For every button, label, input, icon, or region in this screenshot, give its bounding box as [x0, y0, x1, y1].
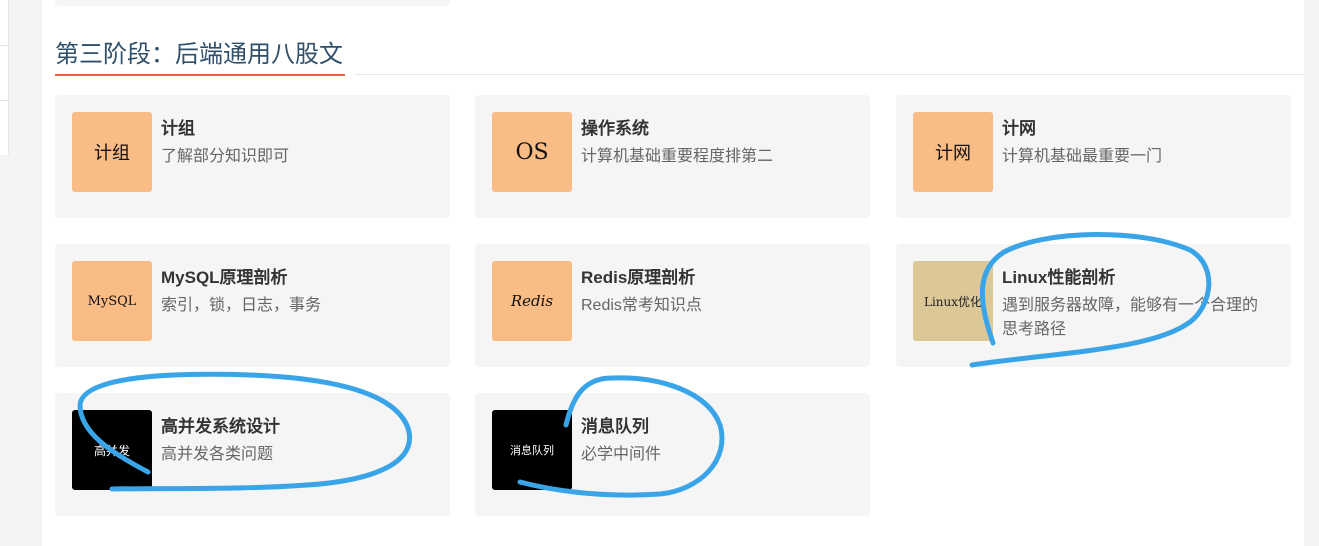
course-card-os[interactable]: OS 操作系统 计算机基础重要程度排第二	[475, 95, 870, 218]
previous-section-card[interactable]	[55, 0, 450, 6]
course-card-jiwang[interactable]: 计网 计网 计算机基础最重要一门	[896, 95, 1291, 218]
course-card-jizu[interactable]: 计组 计组 了解部分知识即可	[55, 95, 450, 218]
left-sidebar-edge	[0, 0, 9, 155]
section-title: 第三阶段：后端通用八股文	[55, 40, 345, 76]
course-title[interactable]: 高并发系统设计	[161, 412, 280, 437]
course-desc: 计算机基础重要程度排第二	[581, 148, 774, 165]
course-desc: 了解部分知识即可	[161, 148, 290, 165]
thumbnail-os: OS	[492, 112, 572, 192]
section-divider	[355, 74, 1304, 75]
course-card-mq[interactable]: 消息队列 消息队列 必学中间件	[475, 393, 870, 516]
course-title[interactable]: Linux性能剖析	[1002, 263, 1115, 288]
course-card-linux[interactable]: Linux优化 Linux性能剖析 遇到服务器故障，能够有一个合理的思考路径	[896, 244, 1291, 367]
thumbnail-label: 计网	[935, 143, 971, 164]
thumbnail-label: Linux优化	[923, 294, 983, 309]
course-desc: 计算机基础最重要一门	[1002, 148, 1163, 165]
course-desc: 遇到服务器故障，能够有一个合理的思考路径	[1002, 297, 1259, 338]
thumbnail-mq: 消息队列	[492, 410, 572, 490]
thumbnail-label: OS	[515, 139, 549, 165]
thumbnail-jizu: 计组	[72, 112, 152, 192]
course-title[interactable]: 操作系统	[581, 114, 649, 139]
course-desc: 索引，锁，日志，事务	[161, 297, 322, 314]
course-title[interactable]: 计组	[161, 114, 195, 139]
course-desc: 高并发各类问题	[161, 446, 274, 463]
thumbnail-gaobingfa: 高并发	[72, 410, 152, 490]
course-title[interactable]: 计网	[1002, 114, 1036, 139]
thumbnail-jiwang: 计网	[913, 112, 993, 192]
thumbnail-redis: Redis	[492, 261, 572, 341]
course-title[interactable]: 消息队列	[581, 412, 649, 437]
course-title[interactable]: Redis原理剖析	[581, 263, 695, 288]
divider	[0, 100, 8, 101]
course-card-gaobingfa[interactable]: 高并发 高并发系统设计 高并发各类问题	[55, 393, 450, 516]
thumbnail-label: 消息队列	[510, 444, 554, 457]
divider	[0, 45, 8, 46]
course-card-redis[interactable]: Redis Redis原理剖析 Redis常考知识点	[475, 244, 870, 367]
course-title[interactable]: MySQL原理剖析	[161, 263, 288, 288]
thumbnail-mysql: MySQL	[72, 261, 152, 341]
thumbnail-linux: Linux优化	[913, 261, 993, 341]
thumbnail-label: 计组	[94, 143, 130, 164]
thumbnail-label: 高并发	[93, 443, 130, 458]
course-desc: 必学中间件	[581, 446, 662, 463]
thumbnail-label: MySQL	[87, 293, 137, 309]
course-card-mysql[interactable]: MySQL MySQL原理剖析 索引，锁，日志，事务	[55, 244, 450, 367]
thumbnail-label: Redis	[510, 292, 554, 310]
course-desc: Redis常考知识点	[581, 297, 702, 314]
